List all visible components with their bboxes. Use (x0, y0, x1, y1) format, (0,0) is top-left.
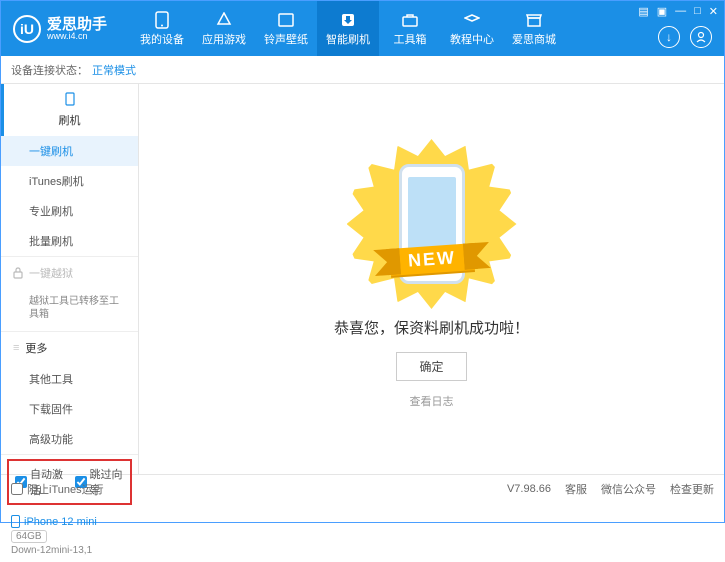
check-update-link[interactable]: 检查更新 (670, 481, 714, 497)
logo-area: iU 爱思助手 www.i4.cn (1, 15, 131, 43)
app-name: 爱思助手 (47, 17, 107, 32)
phone-small-icon (65, 92, 75, 106)
wallpaper-icon (277, 11, 295, 29)
version-label: V7.98.66 (507, 483, 551, 495)
ok-button[interactable]: 确定 (396, 352, 466, 381)
sidebar-item-other[interactable]: 其他工具 (1, 364, 138, 394)
nav-label: 智能刷机 (326, 31, 370, 47)
nav-my-device[interactable]: 我的设备 (131, 1, 193, 56)
main-nav: 我的设备 应用游戏 铃声壁纸 智能刷机 工具箱 教程中心 爱思商城 (131, 1, 565, 56)
checkbox-input[interactable] (11, 483, 23, 495)
customer-service-link[interactable]: 客服 (565, 481, 587, 497)
app-header: iU 爱思助手 www.i4.cn 我的设备 应用游戏 铃声壁纸 智能刷机 工具… (1, 1, 724, 56)
status-bar: 设备连接状态： 正常模式 (1, 56, 724, 84)
sidebar-item-batch[interactable]: 批量刷机 (1, 226, 138, 256)
device-phone-icon (11, 515, 20, 528)
user-icon[interactable] (690, 26, 712, 48)
toolbox-icon (401, 11, 419, 29)
wechat-link[interactable]: 微信公众号 (601, 481, 656, 497)
success-message: 恭喜您，保资料刷机成功啦！ (334, 317, 529, 338)
lock-icon (13, 267, 23, 279)
nav-label: 爱思商城 (512, 31, 556, 47)
nav-store[interactable]: 爱思商城 (503, 1, 565, 56)
sidebar-item-itunes[interactable]: iTunes刷机 (1, 166, 138, 196)
new-ribbon: NEW (389, 243, 475, 276)
nav-label: 我的设备 (140, 31, 184, 47)
nav-label: 应用游戏 (202, 31, 246, 47)
menu-icon[interactable]: ▤ (638, 5, 648, 18)
success-graphic: NEW (342, 149, 522, 299)
nav-label: 教程中心 (450, 31, 494, 47)
sidebar-head-label: 刷机 (59, 112, 81, 128)
jailbreak-note: 越狱工具已转移至工具箱 (1, 289, 138, 331)
sidebar-head-label: 更多 (25, 340, 47, 356)
phone-icon (153, 11, 171, 29)
device-model: Down-12mini-13,1 (11, 545, 128, 556)
sidebar-item-oneclick[interactable]: 一键刷机 (1, 136, 138, 166)
app-site: www.i4.cn (47, 32, 107, 41)
nav-label: 铃声壁纸 (264, 31, 308, 47)
device-info[interactable]: iPhone 12 mini 64GB Down-12mini-13,1 (1, 509, 138, 562)
sidebar-item-advanced[interactable]: 高级功能 (1, 424, 138, 454)
header-right-icons: ↓ (658, 26, 712, 48)
skin-icon[interactable]: ▣ (657, 5, 667, 18)
apps-icon (215, 11, 233, 29)
sidebar-item-firmware[interactable]: 下载固件 (1, 394, 138, 424)
nav-apps[interactable]: 应用游戏 (193, 1, 255, 56)
store-icon (525, 11, 543, 29)
nav-label: 工具箱 (394, 31, 427, 47)
nav-toolbox[interactable]: 工具箱 (379, 1, 441, 56)
nav-ringtones[interactable]: 铃声壁纸 (255, 1, 317, 56)
device-name-row: iPhone 12 mini (11, 515, 128, 528)
sidebar-jailbreak-head[interactable]: 一键越狱 (1, 257, 138, 289)
sidebar: 刷机 一键刷机 iTunes刷机 专业刷机 批量刷机 一键越狱 越狱工具已转移至… (1, 84, 139, 474)
device-storage: 64GB (11, 530, 47, 543)
logo-icon: iU (13, 15, 41, 43)
view-log-link[interactable]: 查看日志 (410, 393, 454, 409)
block-itunes-checkbox[interactable]: 阻止iTunes运行 (11, 481, 104, 497)
status-label: 设备连接状态： (11, 62, 88, 78)
sidebar-flash-head[interactable]: 刷机 (1, 84, 138, 136)
nav-smart-flash[interactable]: 智能刷机 (317, 1, 379, 56)
tutorial-icon (463, 11, 481, 29)
device-name: iPhone 12 mini (24, 516, 97, 528)
sidebar-item-pro[interactable]: 专业刷机 (1, 196, 138, 226)
close-icon[interactable]: ✕ (709, 5, 718, 18)
sidebar-head-label: 一键越狱 (29, 265, 73, 281)
footer-right: V7.98.66 客服 微信公众号 检查更新 (507, 481, 714, 497)
sidebar-more-head[interactable]: ≡ 更多 (1, 332, 138, 364)
maximize-icon[interactable]: □ (694, 5, 701, 18)
main-content: NEW 恭喜您，保资料刷机成功啦！ 确定 查看日志 (139, 84, 724, 474)
flash-icon (339, 11, 357, 29)
nav-tutorials[interactable]: 教程中心 (441, 1, 503, 56)
download-icon[interactable]: ↓ (658, 26, 680, 48)
list-icon: ≡ (13, 342, 19, 354)
window-controls: ▤ ▣ — □ ✕ (638, 5, 718, 18)
minimize-icon[interactable]: — (675, 5, 686, 18)
status-mode: 正常模式 (92, 62, 136, 78)
checkbox-label: 阻止iTunes运行 (27, 481, 104, 497)
